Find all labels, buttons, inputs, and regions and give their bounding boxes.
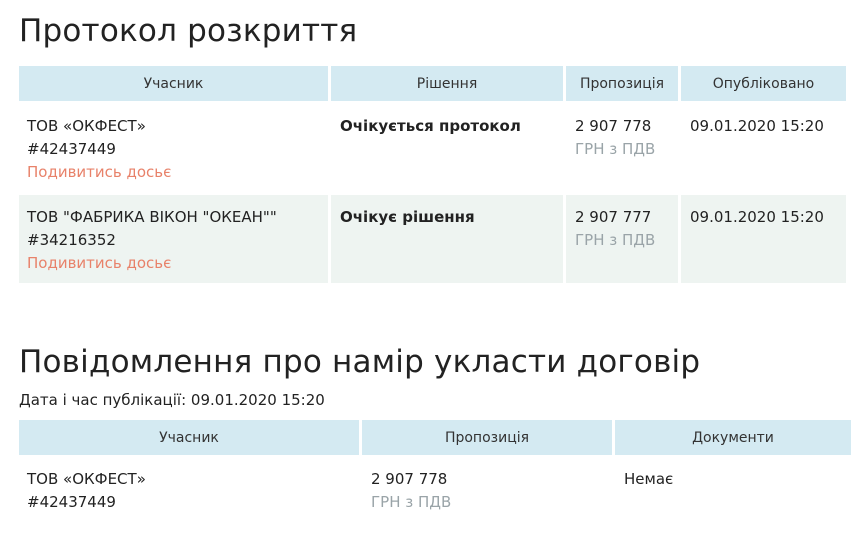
intent-notice-title: Повідомлення про намір укласти договір	[19, 344, 701, 380]
offer-cell: 2 907 777 ГРН з ПДВ	[566, 195, 678, 283]
participant-cell: ТОВ "ФАБРИКА ВІКОН "ОКЕАН"" #34216352 По…	[19, 195, 328, 283]
offer-amount: 2 907 778	[371, 470, 448, 488]
col-header-participant: Учасник	[19, 66, 328, 101]
decision-cell: Очікується протокол	[331, 104, 563, 192]
participant-cell: ТОВ «ОКФЕСТ» #42437449	[19, 458, 359, 514]
dossier-link[interactable]: Подивитись досьє	[27, 161, 328, 184]
participant-cell: ТОВ «ОКФЕСТ» #42437449 Подивитись досьє	[19, 104, 328, 192]
decision-status: Очікується протокол	[340, 117, 521, 135]
offer-amount: 2 907 777	[575, 208, 652, 226]
table-row: ТОВ «ОКФЕСТ» #42437449 Подивитись досьє …	[19, 104, 846, 192]
intent-notice-table: Учасник Пропозиція Документи ТОВ «ОКФЕСТ…	[16, 417, 854, 517]
published-cell: 09.01.2020 15:20	[681, 104, 846, 192]
documents-cell: Немає	[615, 458, 851, 514]
published-datetime: 09.01.2020 15:20	[690, 208, 824, 226]
dossier-link[interactable]: Подивитись досьє	[27, 252, 328, 275]
offer-cell: 2 907 778 ГРН з ПДВ	[566, 104, 678, 192]
table-row: ТОВ "ФАБРИКА ВІКОН "ОКЕАН"" #34216352 По…	[19, 195, 846, 283]
offer-currency: ГРН з ПДВ	[371, 493, 452, 511]
participant-id: #34216352	[27, 231, 116, 249]
decision-cell: Очікує рішення	[331, 195, 563, 283]
participant-id: #42437449	[27, 140, 116, 158]
table-header-row: Учасник Пропозиція Документи	[19, 420, 851, 455]
participant-name: ТОВ «ОКФЕСТ»	[27, 470, 146, 488]
col-header-decision: Рішення	[331, 66, 563, 101]
participant-name: ТОВ «ОКФЕСТ»	[27, 117, 146, 135]
offer-amount: 2 907 778	[575, 117, 652, 135]
decision-status: Очікує рішення	[340, 208, 475, 226]
col-header-documents: Документи	[615, 420, 851, 455]
publication-date: Дата і час публікації: 09.01.2020 15:20	[19, 391, 325, 409]
offer-currency: ГРН з ПДВ	[575, 231, 656, 249]
page: Протокол розкриття Учасник Рішення Пропо…	[0, 0, 855, 517]
table-header-row: Учасник Рішення Пропозиція Опубліковано	[19, 66, 846, 101]
opening-protocol-table: Учасник Рішення Пропозиція Опубліковано …	[16, 63, 849, 286]
col-header-participant: Учасник	[19, 420, 359, 455]
col-header-offer: Пропозиція	[362, 420, 612, 455]
documents-value: Немає	[624, 470, 674, 488]
published-datetime: 09.01.2020 15:20	[690, 117, 824, 135]
opening-protocol-title: Протокол розкриття	[19, 13, 358, 49]
published-cell: 09.01.2020 15:20	[681, 195, 846, 283]
participant-name: ТОВ "ФАБРИКА ВІКОН "ОКЕАН""	[27, 208, 277, 226]
offer-cell: 2 907 778 ГРН з ПДВ	[362, 458, 612, 514]
offer-currency: ГРН з ПДВ	[575, 140, 656, 158]
col-header-published: Опубліковано	[681, 66, 846, 101]
table-row: ТОВ «ОКФЕСТ» #42437449 2 907 778 ГРН з П…	[19, 458, 851, 514]
col-header-offer: Пропозиція	[566, 66, 678, 101]
participant-id: #42437449	[27, 493, 116, 511]
